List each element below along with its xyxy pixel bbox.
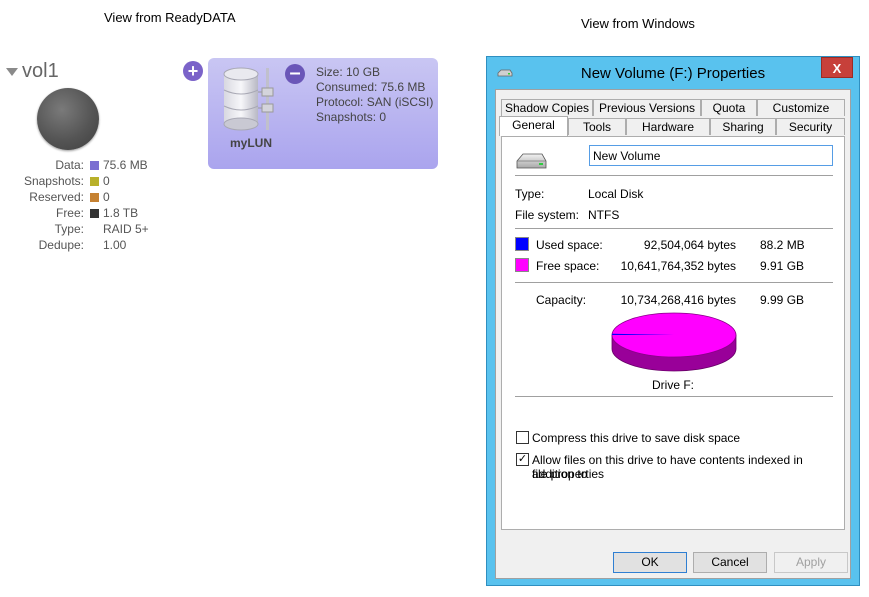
ok-button[interactable]: OK	[613, 552, 687, 573]
volume-stat-label: Data:	[55, 158, 84, 172]
volume-stat-label: Free:	[55, 206, 84, 220]
volume-stat-value: 0	[103, 174, 110, 188]
volume-stat-value: 0	[103, 190, 110, 204]
general-panel: Type: Local Disk File system: NTFS Used …	[501, 136, 845, 530]
volume-stat-swatch	[90, 192, 99, 202]
lun-protocol: Protocol: SAN (iSCSI)	[316, 95, 434, 109]
volume-name-input[interactable]	[589, 145, 833, 166]
disk-usage-pie-chart	[611, 312, 737, 372]
close-button[interactable]: X	[821, 57, 853, 78]
hard-drive-icon	[516, 153, 547, 169]
volume-header[interactable]: vol1	[6, 60, 59, 83]
drive-label: Drive F:	[652, 378, 694, 392]
lun-snapshots: Snapshots: 0	[316, 110, 387, 124]
used-space-swatch	[515, 237, 529, 251]
separator	[515, 396, 833, 397]
close-icon: X	[832, 61, 842, 76]
database-server-icon	[223, 67, 274, 131]
free-space-label: Free space:	[536, 259, 600, 273]
volume-stat-value: 1.8 TB	[103, 206, 139, 220]
free-space-size: 9.91 GB	[760, 259, 805, 273]
volume-stat-label: Type:	[54, 222, 84, 236]
volume-stat-value: RAID 5+	[103, 222, 149, 236]
dialog-client: Shadow Copies Previous Versions Quota Cu…	[495, 89, 851, 579]
volume-stat-label: Snapshots:	[23, 174, 84, 188]
volume-stat-row: Snapshots: 0	[10, 173, 149, 189]
capacity-bytes: 10,734,268,416 bytes	[620, 293, 736, 307]
volume-stat-swatch	[90, 176, 99, 186]
minus-circle-icon: –	[289, 62, 301, 84]
cancel-button[interactable]: Cancel	[693, 552, 767, 573]
compress-label[interactable]: Compress this drive to save disk space	[532, 431, 740, 445]
tab-previous-versions[interactable]: Previous Versions	[593, 99, 701, 116]
readydata-caption: View from ReadyDATA	[104, 10, 236, 25]
apply-button[interactable]: Apply	[774, 552, 848, 573]
volume-stat-row: Data: 75.6 MB	[10, 157, 149, 173]
tab-shadow-copies[interactable]: Shadow Copies	[501, 99, 593, 116]
volume-stat-value: 75.6 MB	[103, 158, 148, 172]
lun-name: myLUN	[230, 136, 273, 150]
file-system-value: NTFS	[588, 208, 620, 222]
volume-stat-value: 1.00	[103, 238, 127, 252]
tab-hardware[interactable]: Hardware	[626, 118, 710, 135]
used-space-size: 88.2 MB	[760, 238, 805, 252]
lun-consumed: Consumed: 75.6 MB	[316, 80, 426, 94]
volume-stat-row: Free: 1.8 TB	[10, 205, 149, 221]
index-checkbox[interactable]: ✓	[516, 453, 529, 466]
lun-info: Size: 10 GB Consumed: 75.6 MB Protocol: …	[316, 65, 433, 125]
volume-name: vol1	[22, 60, 59, 82]
volume-stat-label: Dedupe:	[38, 238, 84, 252]
remove-lun-button[interactable]: –	[285, 62, 305, 84]
tab-customize[interactable]: Customize	[757, 99, 845, 116]
tab-sharing[interactable]: Sharing	[710, 118, 776, 135]
collapse-triangle-icon[interactable]	[6, 67, 18, 76]
windows-caption: View from Windows	[581, 16, 695, 31]
tab-tools[interactable]: Tools	[568, 118, 626, 135]
volume-disk-icon[interactable]	[37, 88, 99, 150]
add-lun-button[interactable]: +	[183, 61, 203, 81]
volume-stat-swatch	[90, 208, 99, 218]
plus-circle-icon: +	[187, 61, 199, 81]
free-space-bytes: 10,641,764,352 bytes	[620, 259, 736, 273]
separator	[515, 282, 833, 283]
volume-stat-row: Reserved: 0	[10, 189, 149, 205]
separator	[515, 175, 833, 176]
volume-stat-row: Dedupe: 1.00	[10, 237, 149, 253]
separator	[515, 228, 833, 229]
type-value: Local Disk	[588, 187, 644, 201]
tab-security[interactable]: Security	[776, 118, 845, 135]
volume-stat-row: Type: RAID 5+	[10, 221, 149, 237]
type-label: Type:	[515, 187, 545, 201]
lun-card[interactable]: myLUN – Size: 10 GB Consumed: 75.6 MB Pr…	[208, 58, 438, 169]
tab-general[interactable]: General	[499, 116, 568, 136]
tab-quota[interactable]: Quota	[701, 99, 757, 116]
capacity-label: Capacity:	[536, 293, 587, 307]
volume-stats: Data: 75.6 MB Snapshots: 0 Reserved: 0 Free: 1.…	[10, 157, 149, 253]
window-title: New Volume (F:) Properties	[580, 65, 766, 82]
free-space-swatch	[515, 258, 529, 272]
properties-window: New Volume (F:) Properties X Shadow Copi…	[486, 56, 860, 586]
used-space-bytes: 92,504,064 bytes	[643, 238, 736, 252]
compress-checkbox[interactable]	[516, 431, 529, 444]
capacity-size: 9.99 GB	[760, 293, 805, 307]
file-system-label: File system:	[515, 208, 580, 222]
index-label-line2[interactable]: file properties	[532, 467, 604, 481]
lun-size: Size: 10 GB	[316, 65, 381, 79]
volume-stat-swatch	[90, 160, 99, 170]
volume-stat-label: Reserved:	[29, 190, 84, 204]
used-space-label: Used space:	[536, 238, 603, 252]
title-bar[interactable]: New Volume (F:) Properties X	[487, 57, 859, 87]
